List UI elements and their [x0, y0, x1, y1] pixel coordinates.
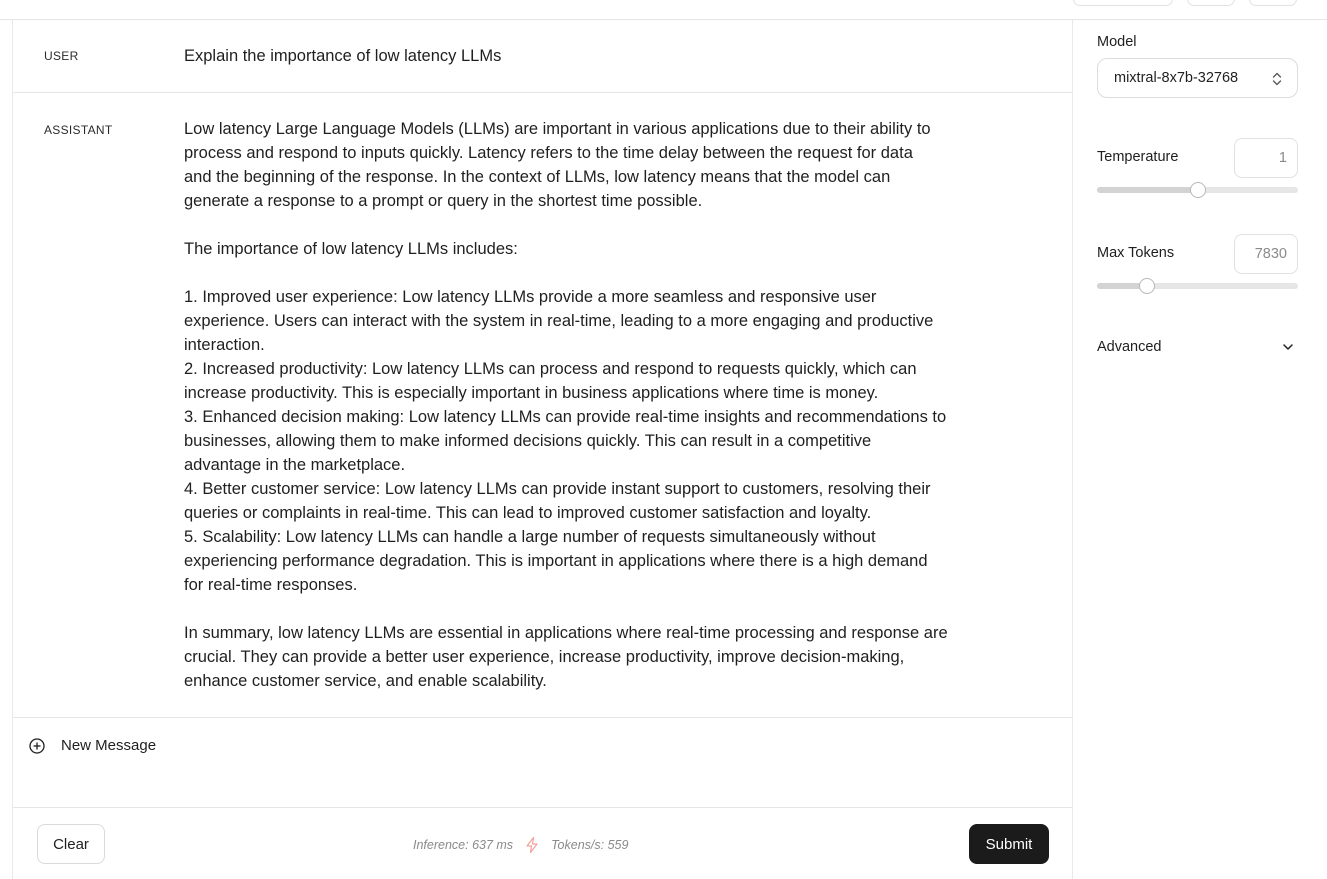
top-action-button-1[interactable] — [1073, 0, 1173, 6]
max-tokens-label: Max Tokens — [1097, 245, 1175, 261]
top-action-button-2[interactable] — [1187, 0, 1235, 6]
advanced-toggle[interactable]: Advanced — [1097, 338, 1298, 358]
clear-button[interactable]: Clear — [37, 824, 105, 864]
lightning-bolt-icon — [526, 836, 538, 854]
max-tokens-slider[interactable] — [1097, 278, 1298, 294]
temperature-slider-fill — [1097, 187, 1198, 193]
temperature-label: Temperature — [1097, 149, 1179, 165]
model-label: Model — [1097, 34, 1137, 50]
chevron-down-icon — [1283, 344, 1293, 350]
chevron-up-down-icon — [1272, 72, 1282, 86]
advanced-label: Advanced — [1097, 339, 1162, 355]
plus-circle-icon — [29, 738, 45, 754]
top-bar — [0, 0, 1327, 20]
model-select[interactable]: mixtral-8x7b-32768 — [1097, 58, 1298, 98]
performance-stats: Inference: 637 ms Tokens/s: 559 — [413, 836, 628, 854]
tokens-per-second: Tokens/s: 559 — [551, 838, 629, 852]
max-tokens-slider-thumb[interactable] — [1139, 278, 1156, 294]
message-role: ASSISTANT — [44, 123, 113, 137]
message-text[interactable]: Low latency Large Language Models (LLMs)… — [184, 117, 1004, 693]
user-message[interactable]: USER Explain the importance of low laten… — [13, 20, 1073, 93]
assistant-message[interactable]: ASSISTANT Low latency Large Language Mod… — [13, 93, 1073, 718]
temperature-slider[interactable] — [1097, 182, 1298, 198]
temperature-input[interactable]: 1 — [1234, 138, 1298, 178]
temperature-slider-thumb[interactable] — [1189, 182, 1206, 198]
chat-panel: USER Explain the importance of low laten… — [12, 20, 1073, 879]
submit-button[interactable]: Submit — [969, 824, 1049, 864]
chat-footer: Clear Inference: 637 ms Tokens/s: 559 Su… — [13, 808, 1073, 879]
new-message-button[interactable]: New Message — [13, 718, 1073, 808]
new-message-label: New Message — [61, 737, 157, 754]
message-text[interactable]: Explain the importance of low latency LL… — [184, 44, 501, 68]
top-action-button-3[interactable] — [1249, 0, 1297, 6]
model-value: mixtral-8x7b-32768 — [1114, 70, 1239, 86]
max-tokens-input[interactable]: 7830 — [1234, 234, 1298, 274]
settings-sidebar: Model mixtral-8x7b-32768 Temperature 1 M… — [1074, 20, 1327, 879]
inference-time: Inference: 637 ms — [413, 838, 514, 852]
message-role: USER — [44, 49, 79, 63]
